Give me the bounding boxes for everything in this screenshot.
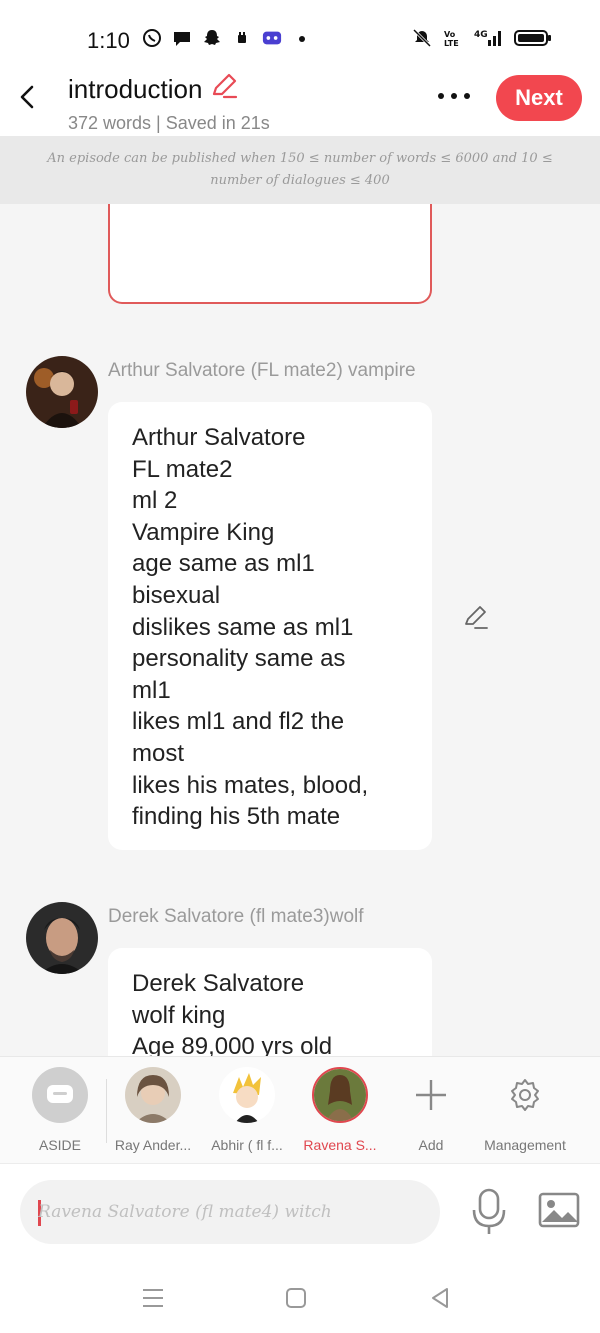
notification-icons [142, 28, 312, 48]
character-aside[interactable]: ASIDE [15, 1067, 105, 1153]
episode-title[interactable]: introduction [68, 72, 238, 107]
dialogue-list[interactable]: Arthur Salvatore (FL mate2) vampire Arth… [0, 204, 600, 1056]
dialogue-bubble[interactable]: Derek Salvatore wolf king Age 89,000 yrs… [108, 948, 432, 1056]
character-selector: ASIDE Ray Ander... Abhir ( fl f... Raven… [0, 1056, 600, 1164]
previous-dialogue-bubble-editing[interactable] [108, 204, 432, 304]
edit-title-icon[interactable] [210, 72, 238, 107]
dialogue-line: likes his mates, blood, [132, 771, 369, 799]
dialogue-line: personality same as [132, 645, 346, 673]
word-count-status: 372 words | Saved in 21s [68, 113, 270, 133]
svg-text:4G: 4G [474, 30, 488, 40]
system-icons: Vo LTE 4G [412, 28, 552, 48]
add-character-button[interactable]: Add [386, 1067, 476, 1153]
character-label: Management [484, 1137, 566, 1153]
speaker-name: Derek Salvatore (fl mate3)wolf [108, 906, 364, 927]
composer-bar [0, 1164, 600, 1264]
dialogue-line: bisexual [132, 581, 221, 609]
dialogue-line: likes ml1 and fl2 the [132, 708, 345, 736]
dialogue-line: age same as ml1 [132, 550, 315, 578]
alarm-icon [232, 28, 252, 48]
more-options-button[interactable] [436, 86, 472, 106]
svg-text:LTE: LTE [444, 39, 459, 48]
speaker-name: Arthur Salvatore (FL mate2) vampire [108, 360, 416, 381]
management-button[interactable]: Management [475, 1067, 575, 1153]
dialogue-line: Arthur Salvatore [132, 424, 306, 451]
character-abhir[interactable]: Abhir ( fl f... [202, 1067, 292, 1153]
dialogue-line: Derek Salvatore [132, 970, 305, 997]
whatsapp-icon [142, 28, 162, 48]
status-time: 1:10 [87, 28, 130, 53]
dialogue-line: Age 89,000 yrs old [132, 1033, 333, 1056]
volte-icon: Vo LTE [442, 28, 462, 48]
episode-title-text: introduction [68, 74, 203, 104]
next-button[interactable]: Next [496, 75, 582, 121]
nav-back-icon[interactable] [428, 1286, 452, 1310]
screen: 1:10 Vo LTE 4G introduction 372 words | … [0, 0, 600, 1333]
dialogue-line: finding his 5th mate [132, 803, 341, 831]
dialogue-line: FL mate2 [132, 455, 233, 483]
title-block: introduction 372 words | Saved in 21s [68, 72, 270, 134]
avatar-ravena [312, 1067, 368, 1123]
dot-icon [292, 28, 312, 48]
back-button[interactable] [14, 82, 42, 112]
aside-icon [32, 1067, 88, 1123]
game-icon [262, 28, 282, 48]
battery-icon [514, 28, 552, 48]
gear-icon [497, 1067, 553, 1123]
plus-icon [403, 1067, 459, 1123]
recents-menu-icon[interactable] [140, 1286, 166, 1310]
4g-signal-icon: 4G [472, 28, 504, 48]
character-ray[interactable]: Ray Ander... [108, 1067, 198, 1153]
avatar-arthur[interactable] [26, 356, 98, 428]
message-input-container[interactable] [20, 1180, 440, 1244]
message-input[interactable] [38, 1194, 428, 1230]
dialogue-bubble[interactable]: Arthur Salvatore FL mate2 ml 2 Vampire K… [108, 402, 432, 850]
mute-icon [412, 28, 432, 48]
avatar-abhir [219, 1067, 275, 1123]
dialogue-line: most [132, 739, 185, 767]
editor-header: introduction 372 words | Saved in 21s Ne… [0, 62, 600, 136]
character-label: ASIDE [38, 1137, 81, 1153]
chat-icon [172, 28, 192, 48]
character-label: Abhir ( fl f... [211, 1137, 283, 1153]
character-ravena[interactable]: Ravena S... [295, 1067, 385, 1153]
edit-dialogue-icon[interactable] [462, 604, 490, 632]
character-label: Ray Ander... [114, 1137, 192, 1153]
image-icon[interactable] [538, 1190, 580, 1230]
dialogue-line: ml 2 [132, 487, 178, 515]
dialogue-line: dislikes same as ml1 [132, 613, 354, 641]
system-navigation-bar [0, 1264, 600, 1333]
character-label: Ravena S... [303, 1137, 377, 1153]
avatar-derek[interactable] [26, 902, 98, 974]
publish-requirements-notice: An episode can be published when 150 ≤ n… [0, 136, 600, 204]
avatar-ray [125, 1067, 181, 1123]
dialogue-line: wolf king [132, 1001, 226, 1029]
svg-text:Vo: Vo [444, 30, 456, 39]
home-icon[interactable] [284, 1286, 308, 1310]
microphone-icon[interactable] [468, 1186, 510, 1238]
dialogue-line: Vampire King [132, 518, 275, 546]
dialogue-line: ml1 [132, 676, 171, 704]
character-divider [106, 1079, 107, 1143]
snapchat-icon [202, 28, 222, 48]
character-label: Add [418, 1137, 444, 1153]
